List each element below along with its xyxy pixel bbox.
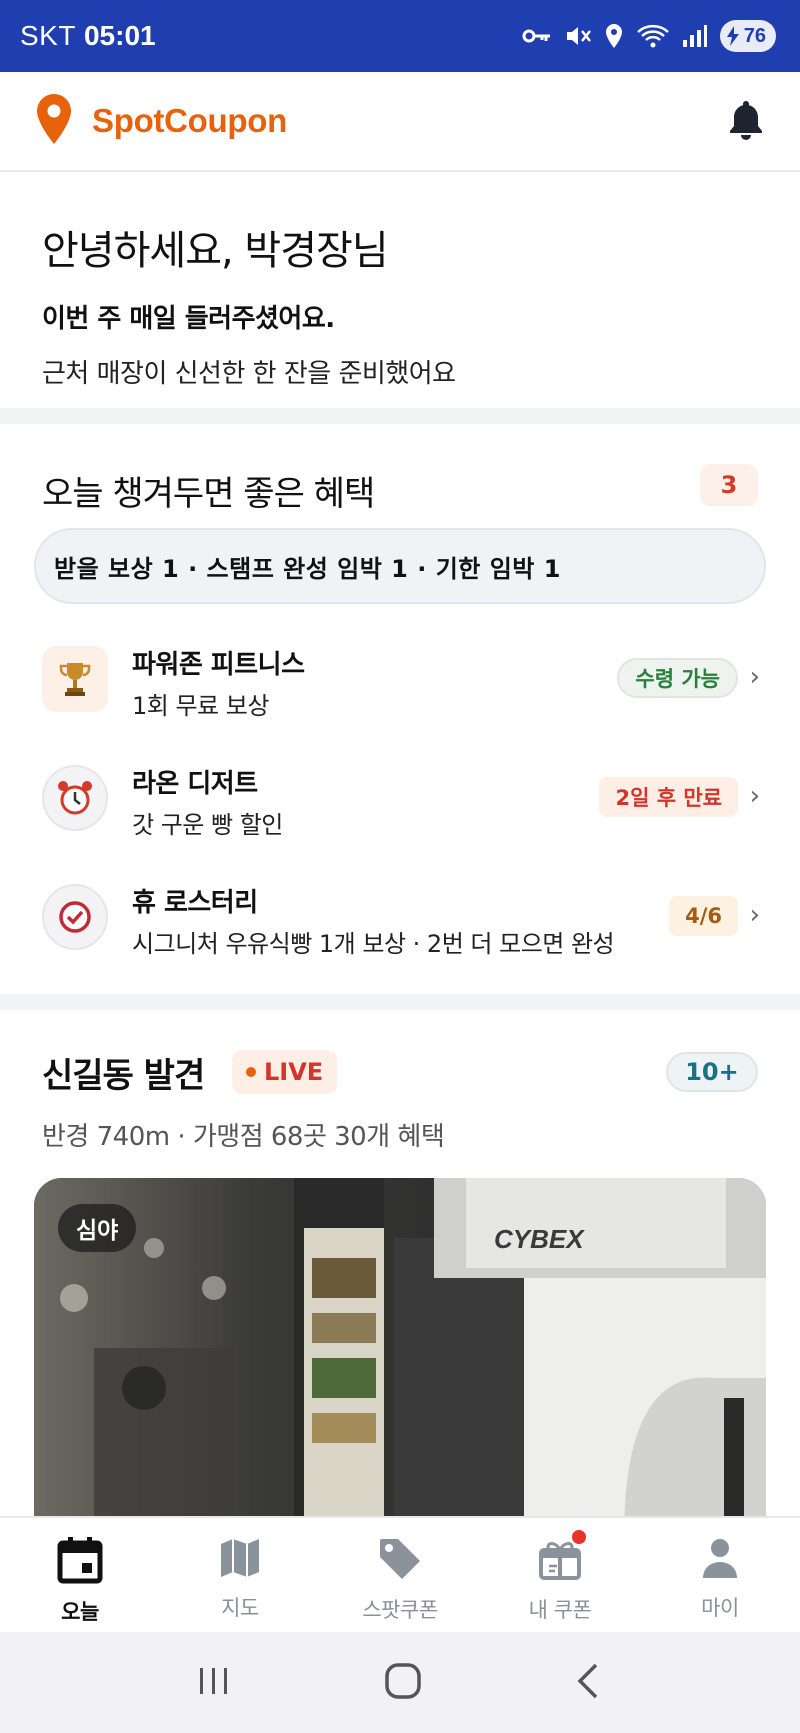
- battery-level: 76: [743, 24, 766, 47]
- benefit-store-name: 휴 로스터리: [132, 888, 258, 918]
- back-button[interactable]: [574, 1661, 604, 1705]
- notification-button[interactable]: [728, 98, 764, 144]
- nav-label: 내 쿠폰: [528, 1598, 592, 1622]
- nav-item-spot-coupon[interactable]: 스팟쿠폰: [320, 1518, 480, 1632]
- tag-icon: [377, 1536, 423, 1586]
- gym-photo: CYBEX: [34, 1178, 766, 1520]
- map-icon: [218, 1536, 262, 1584]
- benefit-item[interactable]: 라온 디저트 갓 구운 빵 할인 2일 후 만료 ›: [0, 751, 800, 847]
- recents-icon: [199, 1667, 227, 1694]
- stamp-progress-badge: 4/6: [669, 896, 738, 936]
- nav-label: 지도: [221, 1596, 259, 1620]
- chevron-right-icon: ›: [749, 781, 760, 811]
- greeting-message: 이번 주 매일 들러주셨어요.: [42, 304, 335, 334]
- brand-name: SpotCoupon: [92, 102, 287, 139]
- chevron-right-icon: ›: [749, 662, 760, 692]
- benefit-count-badge: 3: [700, 464, 758, 506]
- back-icon: [577, 1663, 598, 1698]
- nav-label: 오늘: [61, 1600, 99, 1624]
- section-divider: [0, 994, 800, 1010]
- chevron-right-icon: ›: [749, 900, 760, 930]
- discover-subtitle: 반경 740m · 가맹점 68곳 30개 혜택: [42, 1122, 445, 1152]
- greeting-subtext: 근처 매장이 신선한 한 잔을 준비했어요: [42, 359, 456, 389]
- carrier-label: SKT: [20, 20, 76, 51]
- nav-item-today[interactable]: 오늘: [0, 1518, 160, 1632]
- nav-label: 마이: [701, 1596, 739, 1620]
- check-circle-icon: [42, 884, 108, 950]
- mute-icon: [564, 23, 592, 49]
- recent-apps-button[interactable]: [196, 1664, 232, 1702]
- today-benefits-section: 오늘 챙겨두면 좋은 혜택 3 받을 보상 1 · 스탬프 완성 임박 1 · …: [0, 424, 800, 994]
- person-icon: [700, 1536, 740, 1584]
- discover-count-badge[interactable]: 10+: [666, 1052, 758, 1092]
- system-navigation-bar: [0, 1632, 800, 1733]
- location-icon: [604, 23, 624, 49]
- status-icons: 76: [522, 20, 776, 52]
- location-pin-icon: [36, 93, 72, 149]
- key-icon: [522, 26, 552, 46]
- clock: 05:01: [83, 20, 156, 51]
- signal-icon: [682, 24, 708, 48]
- section-divider: [0, 408, 800, 424]
- live-badge: LIVE: [232, 1050, 338, 1094]
- benefit-item[interactable]: 휴 로스터리 시그니처 우유식빵 1개 보상 · 2번 더 모으면 완성 4/6…: [0, 870, 800, 966]
- notification-dot: [570, 1528, 588, 1546]
- trophy-icon: [42, 646, 108, 712]
- calendar-icon: [57, 1536, 103, 1588]
- status-bar: SKT 05:01 76: [0, 0, 800, 72]
- status-badge: 수령 가능: [617, 658, 738, 698]
- status-badge: 2일 후 만료: [599, 777, 738, 817]
- benefit-store-name: 라온 디저트: [132, 769, 258, 799]
- benefit-summary[interactable]: 받을 보상 1 · 스탬프 완성 임박 1 · 기한 임박 1: [34, 528, 766, 604]
- nav-item-my[interactable]: 마이: [640, 1518, 800, 1632]
- bottom-navigation: 오늘 지도 스팟쿠폰 내 쿠폰 마이: [0, 1516, 800, 1632]
- charging-icon: [726, 26, 740, 46]
- section-title: 오늘 챙겨두면 좋은 혜택: [42, 474, 375, 514]
- benefit-description: 갓 구운 빵 할인: [132, 811, 283, 839]
- benefit-description: 1회 무료 보상: [132, 692, 269, 720]
- battery-indicator: 76: [719, 20, 776, 52]
- section-title: 신길동 발견: [42, 1056, 205, 1096]
- home-button[interactable]: [383, 1661, 423, 1705]
- greeting-section: 안녕하세요, 박경장님 이번 주 매일 들러주셨어요. 근처 매장이 신선한 한…: [0, 174, 800, 408]
- benefit-store-name: 파워존 피트니스: [132, 650, 305, 680]
- benefit-item[interactable]: 파워존 피트니스 1회 무료 보상 수령 가능 ›: [0, 632, 800, 728]
- nav-item-my-coupon[interactable]: 내 쿠폰: [480, 1518, 640, 1632]
- nav-item-map[interactable]: 지도: [160, 1518, 320, 1632]
- alarm-clock-icon: [42, 765, 108, 831]
- brand[interactable]: SpotCoupon: [36, 93, 287, 149]
- app-header: SpotCoupon: [0, 72, 800, 172]
- store-photo-card[interactable]: CYBEX 심야: [34, 1178, 766, 1520]
- greeting-title: 안녕하세요, 박경장님: [42, 228, 389, 274]
- nearby-discover-section: 신길동 발견 LIVE 10+ 반경 740m · 가맹점 68곳 30개 혜택: [0, 1010, 800, 1520]
- home-icon: [385, 1662, 421, 1699]
- live-label: LIVE: [264, 1058, 324, 1086]
- bell-icon: [728, 101, 764, 144]
- card-tag: 심야: [58, 1204, 137, 1252]
- nav-label: 스팟쿠폰: [362, 1598, 438, 1622]
- benefit-description: 시그니처 우유식빵 1개 보상 · 2번 더 모으면 완성: [132, 930, 615, 958]
- live-dot-icon: [246, 1067, 256, 1077]
- svg-text:CYBEX: CYBEX: [494, 1224, 585, 1254]
- wifi-icon: [636, 23, 670, 49]
